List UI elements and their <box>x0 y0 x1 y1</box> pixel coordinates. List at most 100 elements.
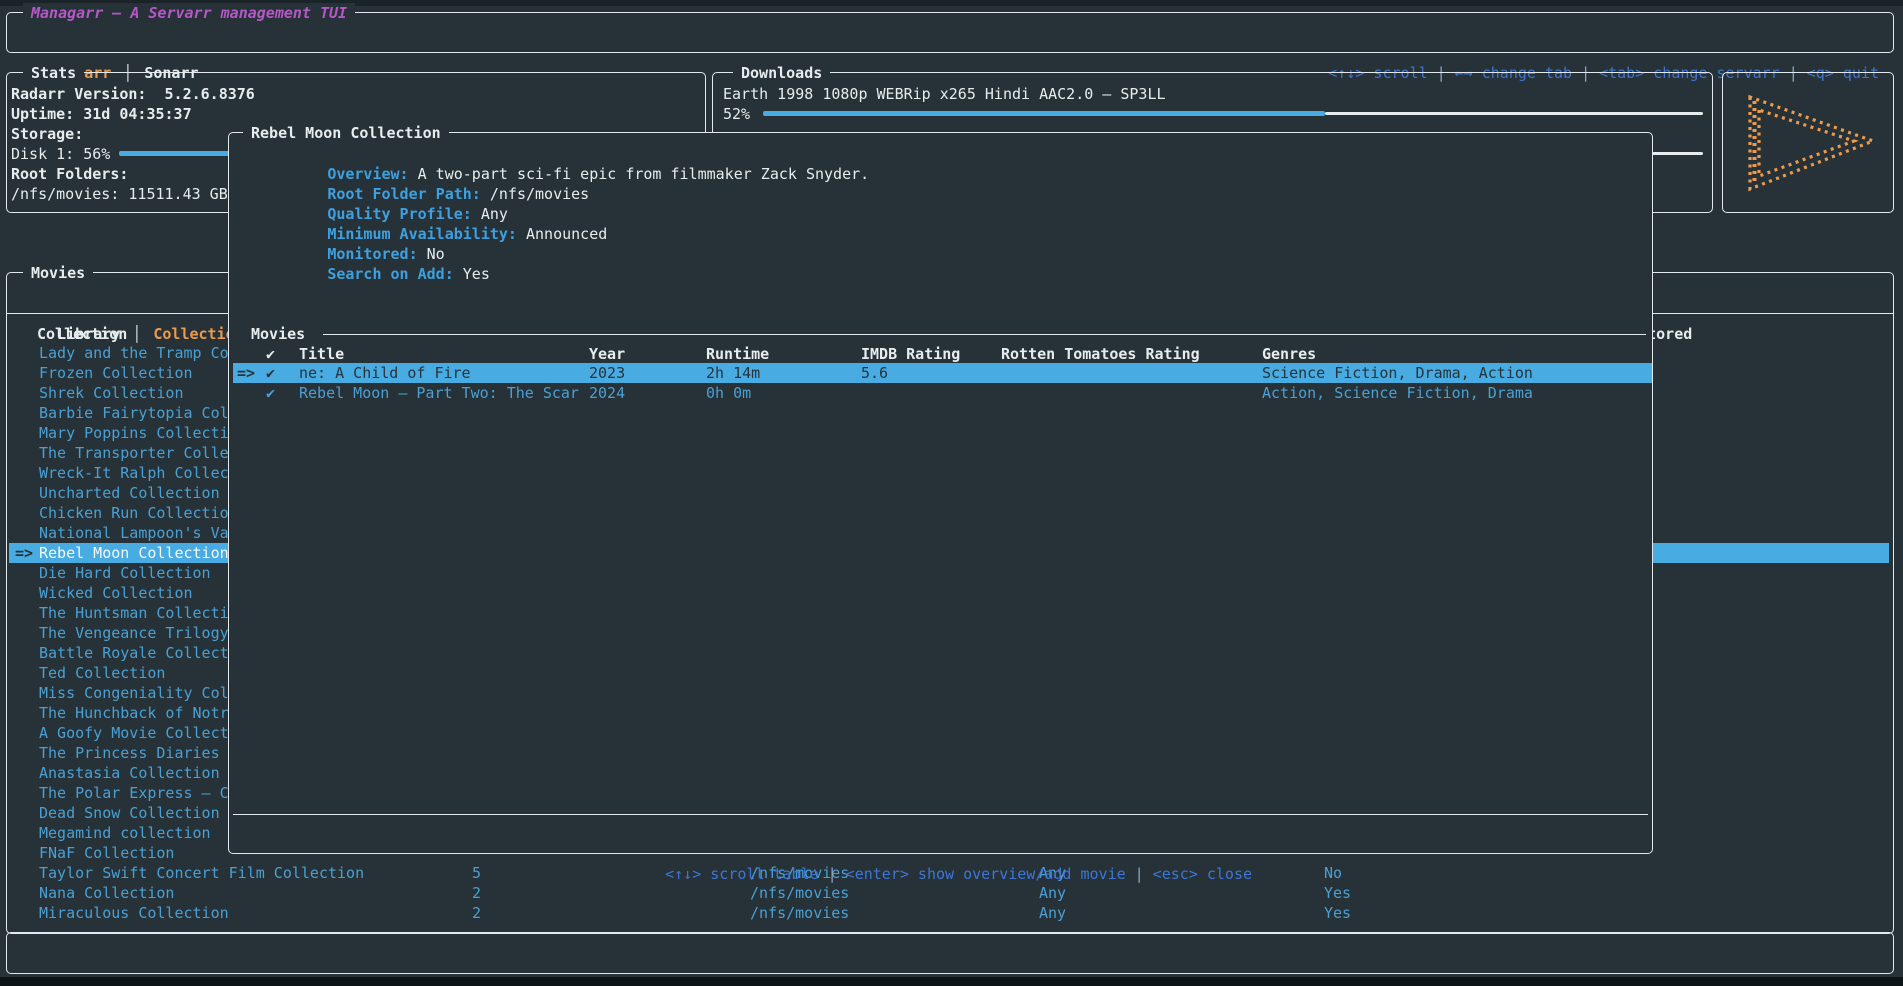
col-runtime: Runtime <box>706 344 769 364</box>
collection-name: Shrek Collection <box>39 383 184 403</box>
modal-title: Rebel Moon Collection <box>243 123 449 143</box>
selection-arrow: => <box>237 363 255 383</box>
collection-name: Anastasia Collection <box>39 763 220 783</box>
col-imdb-rating: IMDB Rating <box>861 344 960 364</box>
detail-line: Monitored:No <box>237 224 869 244</box>
movie-runtime: 0h 0m <box>706 383 751 403</box>
modal-footer-rule <box>233 814 1648 815</box>
collection-name: Lady and the Tramp Co <box>39 343 229 363</box>
logo-panel <box>1722 72 1894 213</box>
uptime: Uptime: 31d 04:35:37 <box>11 104 192 124</box>
detail-label: Search on Add: <box>327 265 462 283</box>
detail-line: Minimum Availability:Announced <box>237 204 869 224</box>
movie-row[interactable]: => ✔ ne: A Child of Fire 2023 2h 14m 5.6… <box>233 363 1652 383</box>
collection-name: Nana Collection <box>39 883 174 903</box>
managarr-play-logo-icon <box>1723 73 1893 212</box>
collection-movie-count: 2 <box>472 883 481 903</box>
movie-genres: Science Fiction, Drama, Action <box>1262 363 1533 383</box>
storage-label: Storage: <box>11 124 83 144</box>
collection-name: FNaF Collection <box>39 843 174 863</box>
detail-line: Root Folder Path:/nfs/movies <box>237 164 869 184</box>
modal-keybindings: <↑↓> scroll table<enter> show overview/a… <box>229 824 1652 884</box>
detail-value: Yes <box>463 265 490 283</box>
keybinding-hint: <enter> show overview/add movie <box>819 865 1126 883</box>
col-title: Title <box>299 344 344 364</box>
movies-table-header: ✔ Title Year Runtime IMDB Rating Rotten … <box>233 344 1652 364</box>
bottom-help-panel: <s> search<e> edit<o> sort<f> filter<ctr… <box>6 932 1894 974</box>
managarr-terminal: Managarr – A Servarr management TUI Rada… <box>0 0 1903 986</box>
header-tabs-panel: Managarr – A Servarr management TUI Rada… <box>6 12 1894 53</box>
collection-name: A Goofy Movie Collect <box>39 723 229 743</box>
movie-row[interactable]: ✔ Rebel Moon – Part Two: The Scar 2024 0… <box>233 383 1652 403</box>
download-item-name: Earth 1998 1080p WEBRip x265 Hindi AAC2.… <box>723 84 1166 104</box>
collection-details: Overview:A two-part sci-fi epic from fil… <box>237 144 869 264</box>
collection-row[interactable]: Nana Collection 2 /nfs/movies Any Yes <box>9 883 1889 903</box>
collection-quality-profile: Any <box>1039 883 1066 903</box>
collection-name: National Lampoon's Va <box>39 523 229 543</box>
detail-line: Overview:A two-part sci-fi epic from fil… <box>237 144 869 164</box>
collection-name: Wicked Collection <box>39 583 193 603</box>
downloads-panel-title: Downloads <box>733 63 830 83</box>
root-folders-label: Root Folders: <box>11 164 128 184</box>
monitored-check-icon: ✔ <box>266 363 275 383</box>
movie-year: 2023 <box>589 363 625 383</box>
movie-title: ne: A Child of Fire <box>299 363 471 383</box>
collection-name: Battle Royale Collect <box>39 643 229 663</box>
collection-name: Rebel Moon Collection <box>39 543 229 563</box>
collection-name: Frozen Collection <box>39 363 193 383</box>
monitored-check-icon: ✔ <box>266 383 275 403</box>
collection-flag: Yes <box>1324 883 1351 903</box>
download-gauge-track <box>1325 112 1703 115</box>
keybinding-hint: <esc> close <box>1126 865 1252 883</box>
collection-movie-count: 2 <box>472 903 481 923</box>
col-year: Year <box>589 344 625 364</box>
selection-arrow: => <box>15 543 33 563</box>
col-genres: Genres <box>1262 344 1316 364</box>
detail-line: Quality Profile:Any <box>237 184 869 204</box>
collection-name: Chicken Run Collectio <box>39 503 229 523</box>
collection-name: Miss Congeniality Col <box>39 683 229 703</box>
column-header-collection: Collection <box>37 324 127 344</box>
collection-name: Uncharted Collection <box>39 483 220 503</box>
modal-movies-rule <box>323 334 1646 335</box>
collection-root-folder: /nfs/movies <box>750 883 849 903</box>
movies-panel-title: Movies <box>23 263 93 283</box>
movie-runtime: 2h 14m <box>706 363 760 383</box>
movie-genres: Action, Science Fiction, Drama <box>1262 383 1533 403</box>
movies-table: => ✔ ne: A Child of Fire 2023 2h 14m 5.6… <box>233 363 1652 403</box>
collection-quality-profile: Any <box>1039 903 1066 923</box>
collection-details-modal: Rebel Moon Collection Overview:A two-par… <box>228 132 1653 854</box>
collection-name: The Polar Express – C <box>39 783 229 803</box>
collection-flag: Yes <box>1324 903 1351 923</box>
movie-year: 2024 <box>589 383 625 403</box>
collection-name: The Hunchback of Notr <box>39 703 229 723</box>
collection-name: Barbie Fairytopia Col <box>39 403 229 423</box>
collection-name: The Princess Diaries <box>39 743 220 763</box>
terminal-clip-bottom <box>0 977 1903 986</box>
collection-name: Die Hard Collection <box>39 563 211 583</box>
collection-name: Ted Collection <box>39 663 165 683</box>
col-rotten-tomatoes: Rotten Tomatoes Rating <box>1001 344 1200 364</box>
modal-movies-title: Movies <box>251 324 305 344</box>
collection-name: Dead Snow Collection <box>39 803 220 823</box>
col-monitored-check: ✔ <box>266 344 275 364</box>
collection-row[interactable]: Miraculous Collection 2 /nfs/movies Any … <box>9 903 1889 923</box>
movie-title: Rebel Moon – Part Two: The Scar <box>299 383 579 403</box>
collection-name: Megamind collection <box>39 823 211 843</box>
collection-name: The Huntsman Collecti <box>39 603 229 623</box>
keybinding-hint: <↑↓> scroll table <box>665 865 819 883</box>
root-folder-size: /nfs/movies: 11511.43 GB <box>11 184 228 204</box>
app-title: Managarr – A Servarr management TUI <box>23 3 355 23</box>
collection-name: Wreck-It Ralph Collec <box>39 463 229 483</box>
collection-name: Miraculous Collection <box>39 903 229 923</box>
radarr-version: Radarr Version: 5.2.6.8376 <box>11 84 255 104</box>
collection-name: The Vengeance Trilogy <box>39 623 229 643</box>
collection-root-folder: /nfs/movies <box>750 903 849 923</box>
download-gauge-fill <box>763 111 1325 116</box>
detail-line: Search on Add:Yes <box>237 244 869 264</box>
download-item-percent: 52% <box>723 104 750 124</box>
disk-usage-label: Disk 1: 56% <box>11 144 110 164</box>
collection-name: Mary Poppins Collecti <box>39 423 229 443</box>
stats-panel-title: Stats <box>23 63 84 83</box>
movie-imdb-rating: 5.6 <box>861 363 888 383</box>
